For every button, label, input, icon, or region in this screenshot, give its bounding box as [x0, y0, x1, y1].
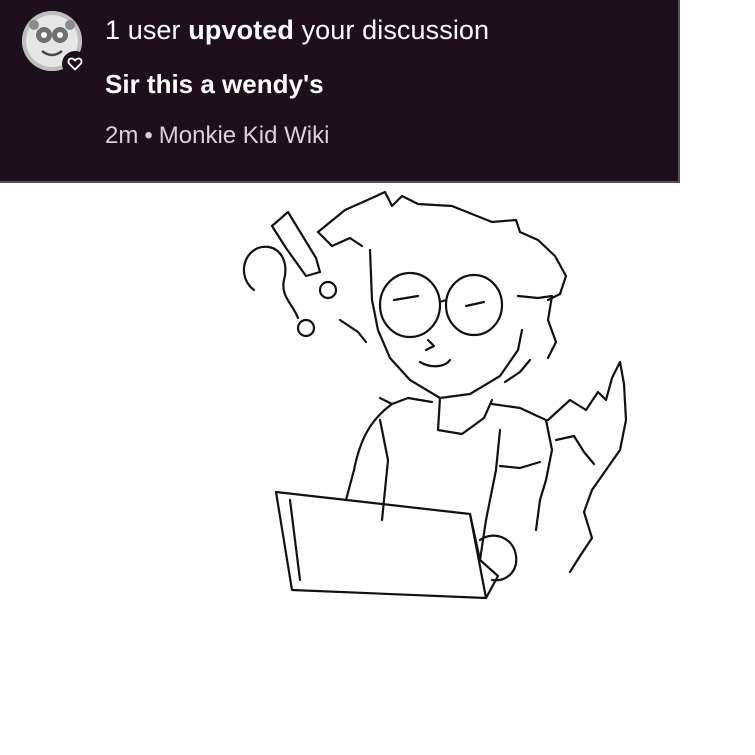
screenshot-page: 1 user upvoted your discussion Sir this …	[0, 0, 755, 755]
notification-meta: 2m • Monkie Kid Wiki	[105, 122, 329, 150]
notification-message: 1 user upvoted your discussion	[105, 15, 489, 46]
action-verb: upvoted	[188, 15, 294, 45]
heart-icon	[62, 51, 88, 77]
upvote-notification[interactable]: 1 user upvoted your discussion Sir this …	[0, 0, 680, 183]
discussion-title[interactable]: Sir this a wendy's	[105, 69, 324, 100]
action-object: your discussion	[301, 15, 490, 45]
community-name[interactable]: Monkie Kid Wiki	[159, 122, 330, 149]
meta-separator: •	[144, 122, 153, 149]
user-avatar[interactable]	[22, 11, 88, 77]
timestamp: 2m	[105, 122, 139, 149]
upvote-count: 1 user	[105, 15, 181, 45]
